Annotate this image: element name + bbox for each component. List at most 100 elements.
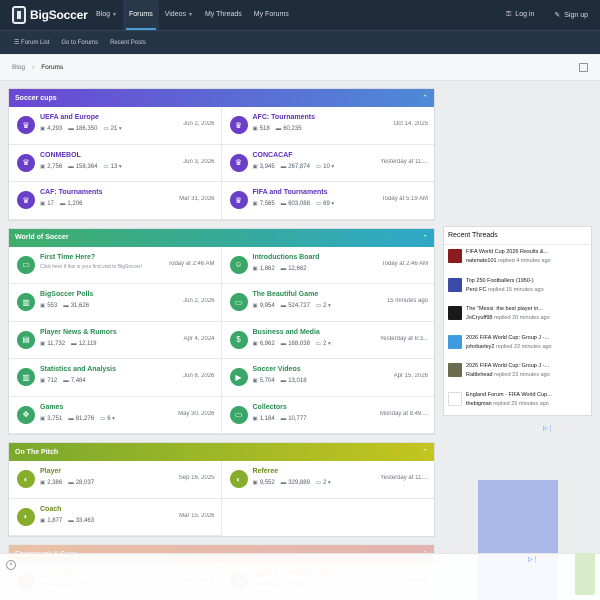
thread-user[interactable]: JoCryuff98 — [466, 315, 493, 321]
subnav-go-to-forums[interactable]: Go to Forums — [61, 40, 98, 46]
forum-node[interactable]: ▤ Player News & Rumors ▣ 11,732 ▬ 12,119 Apr 4… — [9, 321, 222, 359]
last-post-date[interactable]: Today at 5:19 AM — [382, 196, 428, 202]
sitemap-icon[interactable] — [579, 63, 588, 72]
last-post-date[interactable]: Apr 15, 2026 — [394, 373, 428, 379]
thread-title-link[interactable]: England Forum - FIFA World Cup... — [466, 392, 586, 398]
forum-node[interactable]: ◐ Player ▣ 2,386 ▬ 28,037 Sep 16, 2025 — [9, 461, 222, 499]
forum-title-link[interactable]: Coach — [40, 506, 61, 513]
forum-title-link[interactable]: Games — [40, 404, 63, 411]
last-post-date[interactable]: Mar 15, 2026 — [179, 513, 214, 519]
thread-user[interactable]: thebigman — [466, 401, 492, 407]
forum-title-link[interactable]: Soccer Videos — [253, 366, 301, 373]
collapse-icon[interactable]: ⌃ — [422, 448, 428, 456]
forum-title-link[interactable]: CONMEBOL — [40, 152, 81, 159]
forum-node[interactable]: ◐ Referee ▣ 9,552 ▬ 329,889 ▭ 2 ▾ Yesterday at 1… — [221, 461, 434, 499]
forum-node[interactable]: ▭ First Time Here? Click here if this is y… — [9, 246, 222, 284]
forum-title-link[interactable]: BigSoccer Polls — [40, 291, 93, 298]
forum-node[interactable]: ▭ Collectors ▣ 1,184 ▬ 10,777 Monday at 8:49 .… — [221, 397, 434, 434]
subforums-count[interactable]: ▭ 2 ▾ — [316, 480, 333, 486]
forum-title-link[interactable]: CONCACAF — [253, 152, 293, 159]
forum-title-link[interactable]: Player News & Rumors — [40, 329, 117, 336]
last-post-date[interactable]: Today at 2:46 AM — [382, 261, 428, 267]
breadcrumb-current[interactable]: Forums — [41, 64, 63, 71]
forum-node[interactable]: $ Business and Media ▣ 6,962 ▬ 168,038 ▭ 2 ▾ Yes… — [221, 322, 434, 359]
thread-title-link[interactable]: Top 250 Footballers (1950-) — [466, 278, 586, 284]
last-post-date[interactable]: Oct 14, 2025 — [394, 121, 428, 127]
forum-node[interactable]: ♛ CAF: Tournaments ▣ 17 ▬ 1,206 Mar 31, 2026 — [9, 182, 222, 220]
forum-title-link[interactable]: AFC: Tournaments — [253, 114, 315, 121]
subforums-count[interactable]: ▭ 6 ▾ — [100, 416, 117, 422]
thread-title-link[interactable]: 2026 FIFA World Cup: Group J -... — [466, 363, 586, 369]
subforums-count[interactable]: ▭ 10 ▾ — [316, 164, 336, 170]
last-post-date[interactable]: Jun 2, 2026 — [183, 298, 214, 304]
forum-node[interactable]: ✥ Games ▣ 3,751 ▬ 81,276 ▭ 6 ▾ May 30, 2026 — [9, 396, 222, 434]
forum-title-link[interactable]: UEFA and Europe — [40, 114, 99, 121]
avatar[interactable] — [448, 249, 462, 263]
forum-title-link[interactable]: Business and Media — [253, 329, 320, 336]
subforums-count[interactable]: ▭ 2 ▾ — [316, 303, 333, 309]
last-post-date[interactable]: Yesterday at 11:... — [380, 159, 428, 165]
collapse-icon[interactable]: ⌃ — [422, 234, 428, 242]
thread-title-link[interactable]: 2026 FIFA World Cup: Group J -... — [466, 335, 586, 341]
subforums-count[interactable]: ▭ 21 ▾ — [103, 126, 123, 132]
thread-title-link[interactable]: The "Messi: the best player in... — [466, 306, 586, 312]
forum-node[interactable]: ▥ BigSoccer Polls ▣ 553 ▬ 31,626 Jun 2, 2026 — [9, 284, 222, 322]
forum-node[interactable]: ▶ Soccer Videos ▣ 5,704 ▬ 13,018 Apr 15, 2026 — [221, 359, 434, 397]
thread-user[interactable]: natenate101 — [466, 258, 497, 264]
subnav-recent-posts[interactable]: Recent Posts — [110, 40, 146, 46]
forum-node[interactable]: ♛ UEFA and Europe ▣ 4,293 ▬ 186,350 ▭ 21 ▾ Jun 2… — [9, 107, 222, 145]
forum-title-link[interactable]: The Beautiful Game — [253, 291, 319, 298]
forum-title-link[interactable]: FIFA and Tournaments — [253, 189, 328, 196]
forum-title-link[interactable]: Player — [40, 468, 61, 475]
last-post-date[interactable]: Jun 3, 2026 — [183, 159, 214, 165]
last-post-date[interactable]: Apr 4, 2024 — [183, 336, 214, 342]
nav-forums[interactable]: Forums — [122, 0, 159, 30]
avatar[interactable] — [448, 363, 462, 377]
recent-thread-item[interactable]: The "Messi: the best player in... JoCryuf… — [444, 302, 591, 331]
recent-thread-item[interactable]: 2026 FIFA World Cup: Group J -... Rattleh… — [444, 359, 591, 388]
category-header[interactable]: Soccer cups ⌃ — [9, 89, 434, 107]
forum-title-link[interactable]: Introductions Board — [253, 254, 320, 261]
login-link[interactable]: ⚿ Log in — [506, 11, 534, 19]
thread-title-link[interactable]: FIFA World Cup 2026 Results &... — [466, 249, 586, 255]
last-post-date[interactable]: Sep 16, 2025 — [179, 475, 215, 481]
avatar[interactable] — [448, 306, 462, 320]
last-post-date[interactable]: Mar 31, 2026 — [179, 196, 214, 202]
brand-logo[interactable]: BigSoccer — [12, 5, 88, 25]
ad-side-button[interactable] — [575, 553, 595, 595]
last-post-date[interactable]: Jun 2, 2026 — [183, 121, 214, 127]
adchoices-icon[interactable]: ▷⋮ — [528, 556, 539, 563]
forum-node[interactable]: ♛ CONCACAF ▣ 3,945 ▬ 267,874 ▭ 10 ▾ Yesterday at… — [221, 145, 434, 182]
last-post-date[interactable]: Monday at 8:49 ... — [380, 411, 428, 417]
recent-thread-item[interactable]: 2026 FIFA World Cup: Group J -... johnbar… — [444, 331, 591, 360]
recent-thread-item[interactable]: England Forum - FIFA World Cup... thebigm… — [444, 388, 591, 417]
last-post-date[interactable]: Jun 8, 2026 — [183, 373, 214, 379]
thread-user[interactable]: johnbarley2 — [466, 344, 494, 350]
last-post-date[interactable]: Yesterday at 6:3... — [380, 336, 428, 342]
forum-node[interactable]: ▭ The Beautiful Game ▣ 9,954 ▬ 524,727 ▭ 2 ▾ 15 … — [221, 284, 434, 322]
last-post-date[interactable]: Yesterday at 11:... — [380, 475, 428, 481]
recent-thread-item[interactable]: FIFA World Cup 2026 Results &... natenate… — [444, 245, 591, 274]
signup-link[interactable]: ✎ Sign up — [554, 11, 588, 19]
forum-node[interactable]: ◐ Coach ▣ 1,877 ▬ 33,463 Mar 15, 2026 — [9, 498, 222, 536]
last-post-date[interactable]: 15 minutes ago — [387, 298, 428, 304]
nav-blog[interactable]: Blog ▼ — [90, 0, 123, 30]
forum-node[interactable]: ☺ Introductions Board ▣ 1,862 ▬ 12,662 Today a… — [221, 247, 434, 284]
avatar[interactable] — [448, 391, 462, 406]
close-icon[interactable]: × — [6, 560, 16, 570]
adchoices-icon[interactable]: ▷⋮ — [543, 425, 554, 432]
nav-my-forums[interactable]: My Forums — [248, 0, 295, 30]
avatar[interactable] — [448, 334, 462, 349]
avatar[interactable] — [448, 277, 462, 292]
last-post-date[interactable]: Today at 2:46 AM — [168, 261, 214, 267]
subnav-forum-list[interactable]: ☰ Forum List — [14, 39, 49, 46]
forum-title-link[interactable]: Collectors — [253, 404, 287, 411]
last-post-date[interactable]: May 30, 2026 — [178, 411, 214, 417]
forum-node[interactable]: ♛ CONMEBOL ▣ 2,756 ▬ 158,364 ▭ 13 ▾ Jun 3, 2026 — [9, 144, 222, 182]
recent-thread-item[interactable]: Top 250 Footballers (1950-) Perú FC repli… — [444, 274, 591, 303]
forum-node[interactable]: ▥ Statistics and Analysis ▣ 712 ▬ 7,484 Jun 8,… — [9, 359, 222, 397]
subforums-count[interactable]: ▭ 13 ▾ — [103, 164, 123, 170]
subforums-count[interactable]: ▭ 69 ▾ — [316, 201, 336, 207]
subforums-count[interactable]: ▭ 2 ▾ — [316, 341, 333, 347]
forum-title-link[interactable]: Statistics and Analysis — [40, 366, 116, 373]
